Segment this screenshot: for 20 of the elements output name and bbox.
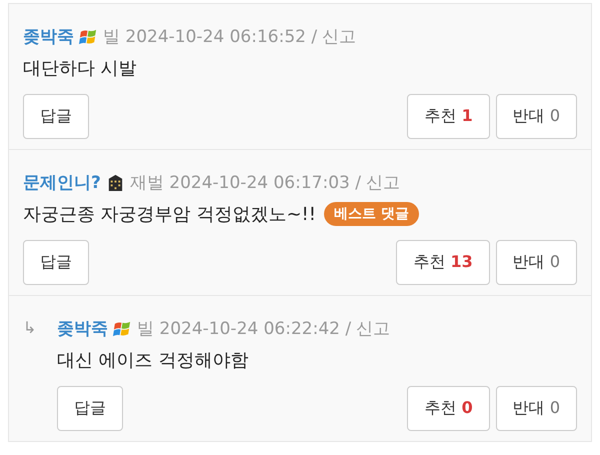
comment-text: 자궁근종 자궁경부암 걱정없겠노~!! (23, 203, 316, 226)
comment-text: 대신 에이즈 걱정해야함 (57, 349, 248, 372)
author-name[interactable]: 문제인니? (23, 170, 101, 194)
downvote-button[interactable]: 반대 0 (496, 240, 577, 285)
reply-arrow: ↳ (23, 317, 38, 339)
upvote-button[interactable]: 추천 0 (407, 386, 490, 431)
reply-button[interactable]: 답글 (23, 94, 89, 139)
upvote-button[interactable]: 추천 13 (396, 240, 490, 285)
comment-meta: 빌 2024-10-24 06:22:42 / (137, 318, 352, 340)
reply-button[interactable]: 답글 (23, 240, 89, 285)
comment-text: 대단하다 시발 (23, 57, 137, 80)
comment-meta: 재벌 2024-10-24 06:17:03 / (130, 172, 361, 194)
downvote-button[interactable]: 반대 0 (496, 386, 577, 431)
reply-button[interactable]: 답글 (57, 386, 123, 431)
best-comment-badge: 베스트 댓글 (324, 202, 419, 226)
downvote-button[interactable]: 반대 0 (496, 94, 577, 139)
comment-meta: 빌 2024-10-24 06:16:52 / (103, 26, 318, 48)
author-name[interactable]: 좆박죽 (57, 316, 108, 340)
upvote-button[interactable]: 추천 1 (407, 94, 490, 139)
author-name[interactable]: 좆박죽 (23, 24, 74, 48)
